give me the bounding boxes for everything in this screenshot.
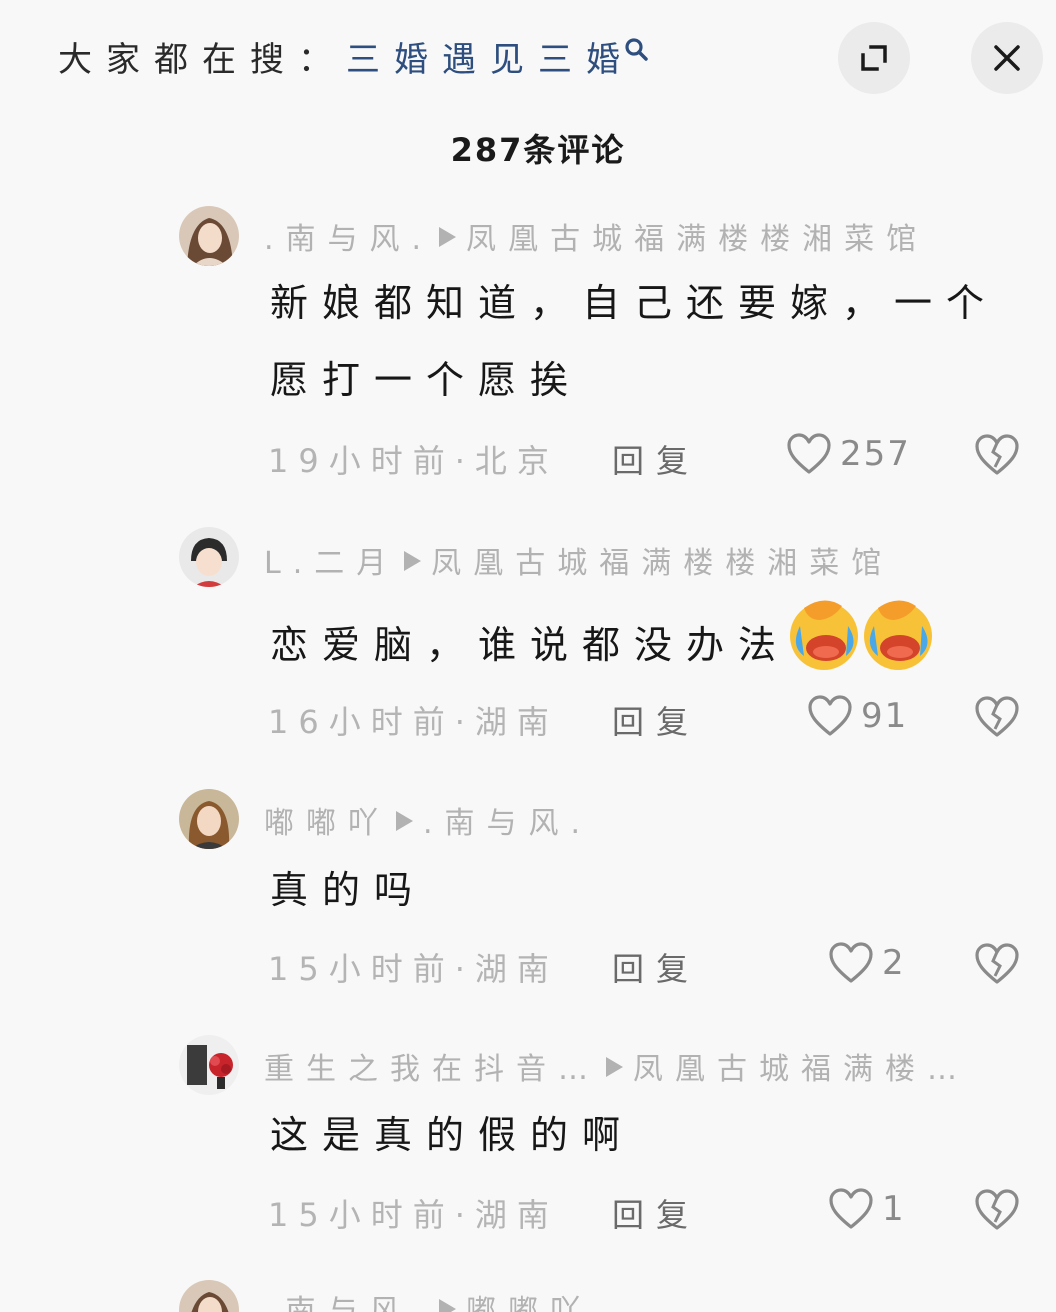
reply-target[interactable]: 嘟嘟吖: [466, 1294, 592, 1312]
comment-author[interactable]: .南与风.: [264, 222, 433, 257]
reply-arrow-icon: [396, 811, 413, 831]
like-count: 257: [840, 434, 911, 474]
broken-heart-icon: [975, 943, 1019, 984]
avatar[interactable]: [179, 1035, 239, 1095]
close-icon: [994, 45, 1020, 71]
dislike-button[interactable]: [974, 695, 1020, 743]
reply-target[interactable]: 凤凰古城福满楼楼湘菜馆: [431, 546, 893, 581]
reply-button[interactable]: 回复: [612, 697, 700, 743]
comment-author-line: .南与风. 凤凰古城福满楼楼湘菜馆: [264, 214, 928, 258]
comment-author[interactable]: L.二月: [264, 546, 398, 581]
reply-button[interactable]: 回复: [612, 944, 700, 990]
comment-item-partial: .南与风. 嘟嘟吖: [0, 1280, 1056, 1312]
avatar[interactable]: [179, 527, 239, 587]
reply-arrow-icon: [606, 1057, 623, 1077]
dislike-button[interactable]: [974, 1188, 1020, 1236]
avatar[interactable]: [179, 1280, 239, 1312]
like-button[interactable]: 257: [786, 432, 911, 476]
trending-search-term[interactable]: 三婚遇见三婚: [346, 40, 634, 80]
laughing-crying-emoji: [858, 596, 938, 698]
comment-count: 287条评论: [450, 131, 626, 169]
trending-search[interactable]: 大家都在搜：三婚遇见三婚: [58, 32, 650, 81]
comment-author-line: 重生之我在抖音… 凤凰古城福满楼…: [264, 1044, 969, 1088]
comment-meta: 16小时前·湖南: [268, 703, 559, 741]
expand-icon: [861, 45, 887, 71]
comment-author[interactable]: 嘟嘟吖: [264, 806, 390, 841]
top-bar: 大家都在搜：三婚遇见三婚: [0, 0, 1056, 110]
comment-text: 这是真的假的啊: [270, 1113, 635, 1157]
avatar[interactable]: [179, 206, 239, 266]
reply-arrow-icon: [404, 551, 422, 571]
like-count: 1: [882, 1189, 906, 1229]
reply-button[interactable]: 回复: [612, 1190, 700, 1236]
like-count: 2: [882, 943, 906, 983]
heart-icon: [787, 433, 831, 474]
heart-icon: [829, 942, 873, 983]
reply-arrow-icon: [439, 227, 457, 247]
search-icon[interactable]: [624, 32, 650, 72]
dislike-button[interactable]: [974, 942, 1020, 990]
comment-text: 真的吗: [270, 868, 427, 912]
reply-button[interactable]: 回复: [612, 436, 700, 482]
comment-author-line: .南与风. 嘟嘟吖: [264, 1286, 592, 1312]
avatar[interactable]: [179, 789, 239, 849]
expand-button[interactable]: [838, 22, 910, 94]
reply-target[interactable]: 凤凰古城福满楼…: [633, 1052, 969, 1087]
reply-target[interactable]: .南与风.: [423, 806, 592, 841]
like-button[interactable]: 91: [807, 694, 908, 738]
reply-target[interactable]: 凤凰古城福满楼楼湘菜馆: [466, 222, 928, 257]
laughing-crying-emoji: [784, 596, 864, 698]
broken-heart-icon: [975, 1189, 1019, 1230]
trending-search-prefix: 大家都在搜：: [58, 40, 346, 80]
broken-heart-icon: [975, 696, 1019, 737]
heart-icon: [829, 1188, 873, 1229]
comment-meta: 19小时前·北京: [268, 442, 559, 480]
reply-arrow-icon: [439, 1299, 457, 1312]
comment-author-line: 嘟嘟吖 .南与风.: [264, 798, 592, 842]
comment-author[interactable]: .南与风.: [264, 1294, 433, 1312]
like-button[interactable]: 2: [828, 941, 906, 985]
comment-text: 新娘都知道，自己还要嫁，一个愿打一个愿挨: [270, 281, 999, 402]
dislike-button[interactable]: [974, 433, 1020, 481]
comment-text-content: 恋爱脑，谁说都没办法: [270, 623, 791, 667]
comment-author-line: L.二月 凤凰古城福满楼楼湘菜馆: [264, 538, 893, 582]
heart-icon: [808, 695, 852, 736]
like-count: 91: [861, 696, 909, 736]
close-button[interactable]: [971, 22, 1043, 94]
broken-heart-icon: [975, 434, 1019, 475]
like-button[interactable]: 1: [828, 1187, 906, 1231]
comment-author[interactable]: 重生之我在抖音…: [264, 1052, 600, 1087]
comment-meta: 15小时前·湖南: [268, 1196, 559, 1234]
comment-meta: 15小时前·湖南: [268, 950, 559, 988]
comment-text: 恋爱脑，谁说都没办法: [270, 596, 1030, 698]
